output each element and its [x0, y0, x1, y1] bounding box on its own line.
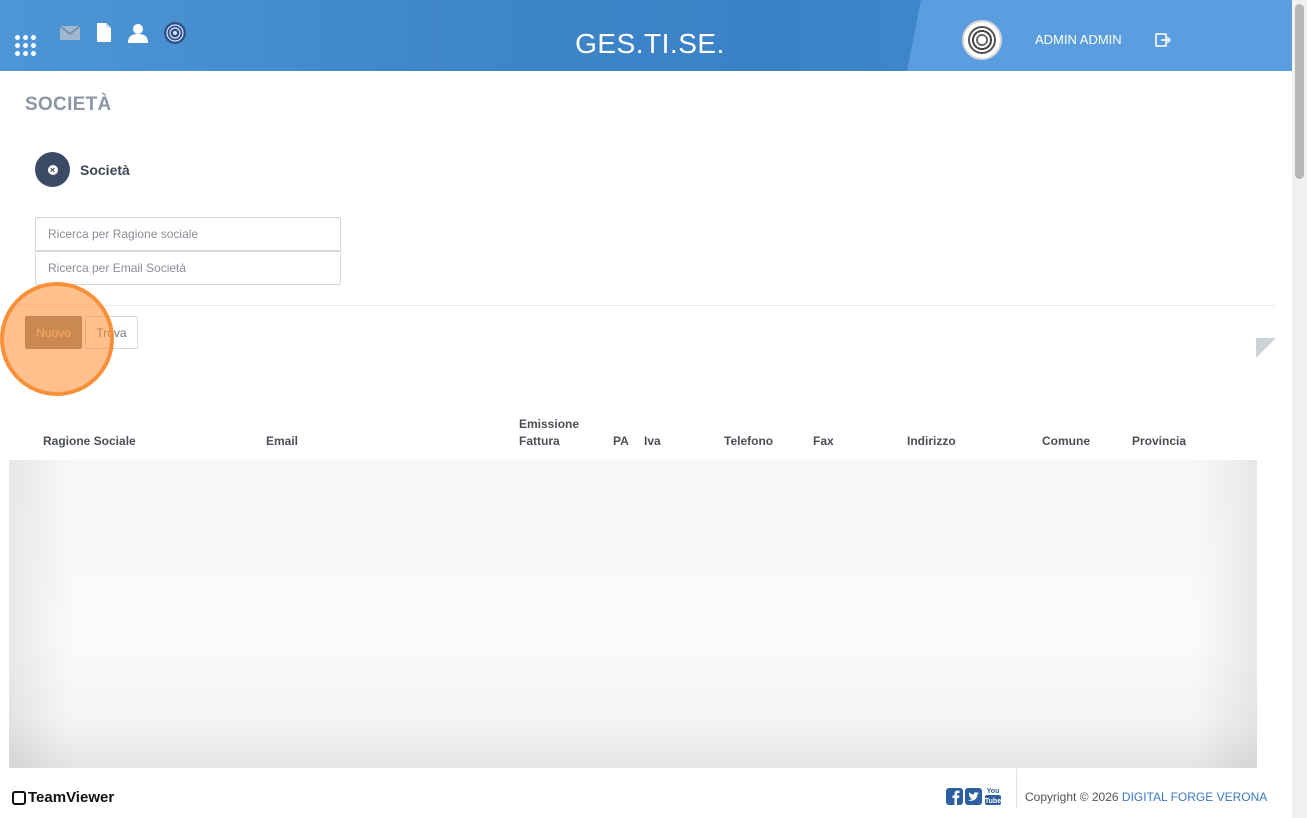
section-toggle-icon[interactable]: ×: [35, 152, 70, 187]
search-ragione-sociale-input[interactable]: [35, 217, 341, 251]
find-button[interactable]: Trova: [85, 316, 138, 349]
fingerprint-icon[interactable]: [163, 21, 187, 45]
svg-text:Tube: Tube: [985, 798, 1001, 805]
section-label: Società: [80, 161, 130, 178]
column-pa[interactable]: PA: [613, 433, 629, 450]
copyright: Copyright © 2026 DIGITAL FORGE VERONA: [1025, 790, 1267, 804]
document-icon[interactable]: [93, 22, 115, 44]
logout-icon[interactable]: [1155, 33, 1171, 47]
search-email-input[interactable]: [35, 251, 341, 285]
table-body: [9, 460, 1257, 768]
youtube-icon[interactable]: You Tube: [984, 786, 1002, 806]
user-icon[interactable]: [127, 22, 149, 44]
footer-divider: [1016, 769, 1017, 809]
top-navbar: GES.TI.SE. ADMIN ADMIN: [0, 0, 1292, 71]
table-header: Ragione Sociale Email Emissione Fattura …: [9, 415, 1257, 460]
app-title: GES.TI.SE.: [575, 28, 725, 59]
section-header: × Società: [35, 152, 130, 187]
page-title: SOCIETÀ: [25, 94, 112, 115]
svg-text:You: You: [987, 788, 1000, 795]
mail-icon[interactable]: [59, 22, 81, 44]
column-provincia[interactable]: Provincia: [1132, 433, 1186, 450]
column-comune[interactable]: Comune: [1042, 433, 1090, 450]
divider: [10, 305, 1277, 306]
column-email[interactable]: Email: [266, 433, 298, 450]
scrollbar-thumb[interactable]: [1295, 4, 1304, 179]
column-fax[interactable]: Fax: [813, 433, 834, 450]
column-emissione-fattura[interactable]: Emissione Fattura: [519, 416, 589, 450]
teamviewer-label: TeamViewer: [28, 789, 115, 806]
user-name[interactable]: ADMIN ADMIN: [1035, 32, 1122, 47]
collapse-corner-icon[interactable]: [1256, 338, 1276, 358]
new-button[interactable]: Nuovo: [25, 316, 82, 349]
avatar[interactable]: [962, 20, 1002, 60]
copyright-link[interactable]: DIGITAL FORGE VERONA: [1122, 790, 1267, 804]
twitter-icon[interactable]: [965, 788, 982, 805]
facebook-icon[interactable]: [946, 788, 963, 805]
copyright-text: Copyright © 2026: [1025, 790, 1119, 804]
column-telefono[interactable]: Telefono: [724, 433, 773, 450]
apps-grid-icon[interactable]: [15, 35, 36, 56]
teamviewer-icon: [12, 790, 26, 805]
column-ragione-sociale[interactable]: Ragione Sociale: [43, 433, 136, 450]
column-iva[interactable]: Iva: [644, 433, 661, 450]
column-indirizzo[interactable]: Indirizzo: [907, 433, 956, 450]
teamviewer-badge[interactable]: TeamViewer: [12, 789, 114, 806]
